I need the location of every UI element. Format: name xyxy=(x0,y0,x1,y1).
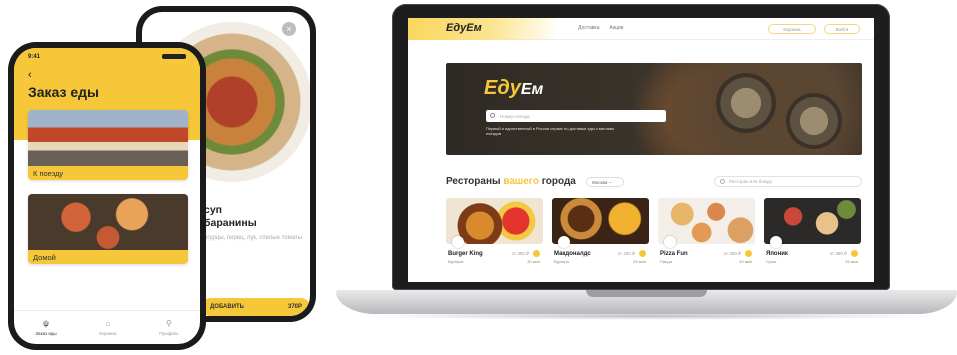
hero-logo-tail: Ем xyxy=(520,81,544,98)
add-label: ДОБАВИТЬ xyxy=(210,304,244,310)
train-search-input[interactable]: Номер поезда xyxy=(486,110,666,122)
tab-cart[interactable]: ⌂ Корзина xyxy=(99,319,116,336)
back-arrow-icon[interactable]: ‹ xyxy=(28,69,32,81)
site-header: EдуЕм Доставка Акции Корзина Войти xyxy=(408,18,874,40)
search-icon xyxy=(490,113,495,118)
restaurants-title: Рестораны вашего города xyxy=(446,176,576,187)
tab-label: Корзина xyxy=(99,331,117,336)
header-decoration xyxy=(408,18,558,40)
brand-logo xyxy=(770,236,782,248)
site-logo[interactable]: EдуЕм xyxy=(446,22,482,34)
delivery-time: 25 мин xyxy=(633,259,646,264)
phone-order-screen: 9:41 ‹ Заказ еды К поезду Домой ψ Заказ … xyxy=(14,48,200,344)
rating-badge xyxy=(745,250,752,257)
brand-logo xyxy=(452,236,464,248)
city-select[interactable]: Москва ⌄ xyxy=(586,177,624,187)
search-icon xyxy=(720,179,725,184)
rating-badge xyxy=(851,250,858,257)
mockup-stage: EдуЕм Доставка Акции Корзина Войти EдуЕм… xyxy=(0,0,957,355)
profile-icon: ⚲ xyxy=(165,319,172,328)
rating-badge xyxy=(533,250,540,257)
restaurant-search-input[interactable]: Ресторан или блюдо xyxy=(714,176,862,187)
food-plate-image xyxy=(716,73,776,133)
phone-food-order: 9:41 ‹ Заказ еды К поезду Домой ψ Заказ … xyxy=(8,42,206,350)
dish-description: огурцы, перец, лук, спелые томаты xyxy=(204,235,302,241)
restaurant-price: от 250 ₽ xyxy=(617,251,635,256)
restaurant-name: Макдоналдс xyxy=(554,251,591,257)
restaurant-card[interactable]: Burger King Бургеры от 300 ₽ 30 мин xyxy=(446,198,543,276)
option-home[interactable]: Домой xyxy=(28,194,188,264)
add-to-cart-button[interactable]: ДОБАВИТЬ 370Р xyxy=(202,298,310,316)
city-value: Москва xyxy=(592,179,608,185)
train-search-placeholder: Номер поезда xyxy=(500,113,530,119)
delivery-time: 40 мин xyxy=(739,259,752,264)
title-accent: вашего xyxy=(503,176,539,187)
option-label: Домой xyxy=(28,250,188,264)
home-dinner-image xyxy=(28,194,188,252)
food-plate-image xyxy=(786,93,842,149)
restaurant-cuisine: Бургеры xyxy=(448,259,464,264)
hero-subtitle: Первый и единственный в России сервис по… xyxy=(486,126,614,136)
tab-label: Заказ еды xyxy=(35,331,57,336)
laptop-notch xyxy=(586,290,707,297)
hero-logo: EдуЕм xyxy=(484,77,543,100)
restaurant-price: от 300 ₽ xyxy=(511,251,529,256)
page-title: Заказ еды xyxy=(28,84,99,100)
status-time: 9:41 xyxy=(28,54,41,60)
cart-button[interactable]: Корзина xyxy=(768,24,816,34)
bottom-tab-bar: ψ Заказ еды ⌂ Корзина ⚲ Профиль xyxy=(14,310,200,344)
restaurant-name: Японик xyxy=(766,251,788,257)
title-part: города xyxy=(538,176,576,187)
option-to-train[interactable]: К поезду xyxy=(28,110,188,180)
tab-label: Профиль xyxy=(159,331,179,336)
restaurant-search-placeholder: Ресторан или блюдо xyxy=(729,179,773,184)
battery-icon xyxy=(162,54,186,59)
rating-badge xyxy=(639,250,646,257)
brand-logo xyxy=(558,236,570,248)
delivery-time: 30 мин xyxy=(527,259,540,264)
option-label: К поезду xyxy=(28,166,188,180)
fork-knife-icon: ψ xyxy=(43,319,49,328)
restaurant-cuisine: Пицца xyxy=(660,259,672,264)
restaurant-name: Pizza Fun xyxy=(660,251,688,257)
hero-logo-main: Eду xyxy=(484,77,521,99)
restaurant-card[interactable]: Pizza Fun Пицца от 400 ₽ 40 мин xyxy=(658,198,755,276)
brand-logo xyxy=(664,236,676,248)
restaurant-card[interactable]: Макдоналдс Бургеры от 250 ₽ 25 мин xyxy=(552,198,649,276)
tab-profile[interactable]: ⚲ Профиль xyxy=(159,319,178,336)
title-part: Рестораны xyxy=(446,176,504,187)
add-price: 370Р xyxy=(287,304,302,310)
train-platform-image xyxy=(28,110,188,168)
restaurant-card[interactable]: Японик Суши от 350 ₽ 35 мин xyxy=(764,198,861,276)
restaurant-price: от 350 ₽ xyxy=(829,251,847,256)
restaurant-cuisine: Бургеры xyxy=(554,259,570,264)
bag-icon: ⌂ xyxy=(105,319,111,328)
tab-food-order[interactable]: ψ Заказ еды xyxy=(35,319,56,336)
restaurant-price: от 400 ₽ xyxy=(723,251,741,256)
login-button[interactable]: Войти xyxy=(824,24,860,34)
restaurant-name: Burger King xyxy=(448,251,483,257)
site-nav: Доставка Акции xyxy=(578,25,623,31)
chevron-down-icon: ⌄ xyxy=(608,179,613,184)
nav-link-promos[interactable]: Акции xyxy=(609,25,623,31)
restaurant-cuisine: Суши xyxy=(766,259,777,264)
dish-title: суп баранины xyxy=(204,204,257,229)
nav-link-delivery[interactable]: Доставка xyxy=(578,25,599,31)
close-icon[interactable]: × xyxy=(282,22,296,36)
laptop-screen: EдуЕм Доставка Акции Корзина Войти EдуЕм… xyxy=(408,18,874,282)
hero-banner: EдуЕм Номер поезда Первый и единственный… xyxy=(446,63,862,155)
delivery-time: 35 мин xyxy=(845,259,858,264)
